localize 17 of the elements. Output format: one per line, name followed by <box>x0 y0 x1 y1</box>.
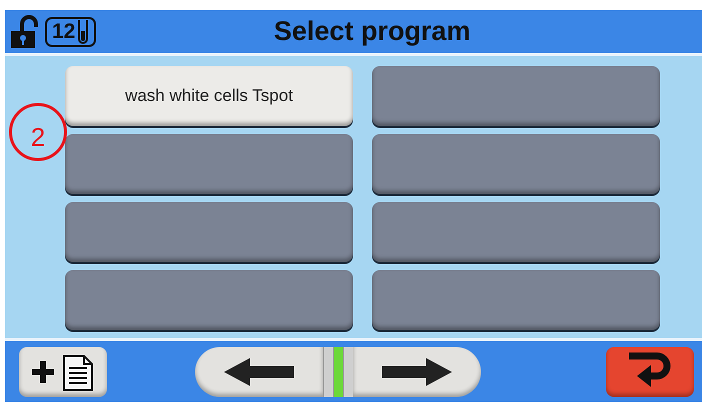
left-arrow-icon <box>222 356 296 386</box>
empty-program-slot[interactable] <box>372 66 660 126</box>
program-button[interactable]: wash white cells Tspot <box>65 66 353 126</box>
next-page-button[interactable] <box>353 346 481 396</box>
back-button[interactable] <box>606 346 694 396</box>
empty-program-slot[interactable] <box>372 202 660 262</box>
empty-program-slot[interactable] <box>372 134 660 194</box>
callout-number: 2 <box>9 103 67 161</box>
new-program-button[interactable] <box>19 346 107 396</box>
right-arrow-icon <box>380 356 454 386</box>
previous-page-button[interactable] <box>195 346 323 396</box>
empty-program-slot[interactable] <box>65 134 353 194</box>
empty-program-slot[interactable] <box>65 270 353 330</box>
tube-count: 12 <box>52 18 76 45</box>
screen-title: Select program <box>272 15 472 48</box>
empty-program-slot[interactable] <box>65 202 353 262</box>
empty-program-slot[interactable] <box>372 270 660 330</box>
